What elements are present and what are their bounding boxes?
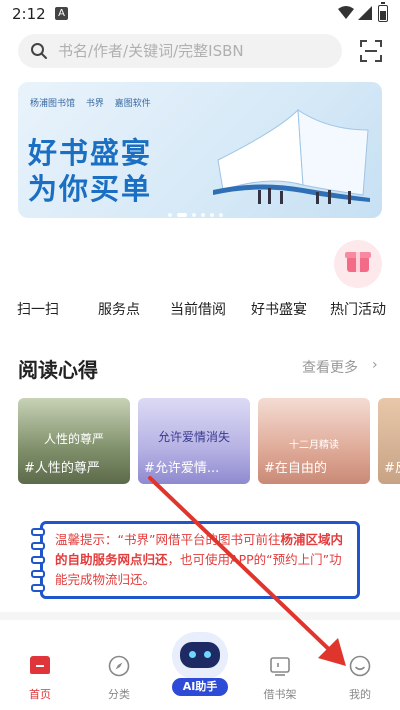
chevron-right-icon[interactable]: › <box>372 357 378 373</box>
open-book-illustration <box>213 108 370 204</box>
see-more-link[interactable]: 查看更多 <box>302 357 358 377</box>
home-icon[interactable] <box>30 656 50 674</box>
card-subtitle: 十二月精读 <box>289 440 339 451</box>
divider <box>0 612 400 620</box>
card-tag: #人性的尊严 <box>24 461 100 476</box>
status-bar: 2:12 A <box>0 0 400 28</box>
signal-icon <box>358 6 372 20</box>
status-time: 2:12 <box>12 5 46 23</box>
tab-bookshelf[interactable]: 借书架 <box>250 686 310 702</box>
battery-icon <box>378 2 388 22</box>
banner-logo-jiatu: 嘉图软件 <box>114 99 151 109</box>
wifi-icon <box>338 6 354 19</box>
notice-text: 温馨提示：“书界”网借平台的图书可前往杨浦区域内的自助服务网点归还，也可使用AP… <box>55 530 351 590</box>
reading-card[interactable]: 允许爱情消失 #允许爱情... <box>138 398 250 484</box>
banner-logos: 杨浦图书馆 书界 嘉图软件 <box>30 96 159 109</box>
banner-logo-shujie: 书界 <box>85 99 104 109</box>
banner-headline-2: 为你买单 <box>28 172 153 206</box>
reading-card[interactable]: #反 <box>378 398 400 484</box>
notification-icon: A <box>55 7 68 20</box>
quick-action-hot-events[interactable]: 热门活动 <box>323 299 393 319</box>
bookshelf-icon[interactable] <box>269 655 291 677</box>
quick-action-service-points[interactable]: 服务点 <box>84 299 154 319</box>
notice-part-1: 温馨提示：“书界”网借平台的图书可前往 <box>55 532 281 547</box>
card-tag: #反 <box>384 461 400 476</box>
tab-category[interactable]: 分类 <box>89 686 149 702</box>
tab-ai-assistant[interactable]: AI助手 <box>172 678 228 696</box>
tab-mine[interactable]: 我的 <box>330 686 390 702</box>
ai-robot-icon[interactable] <box>172 632 228 680</box>
tab-home[interactable]: 首页 <box>10 686 70 702</box>
search-icon <box>31 43 47 59</box>
gift-icon[interactable] <box>334 240 382 288</box>
scan-icon[interactable] <box>360 40 382 62</box>
quick-action-scan[interactable]: 扫一扫 <box>3 299 73 319</box>
promo-banner[interactable]: 杨浦图书馆 书界 嘉图软件 好书盛宴 为你买单 <box>18 82 382 218</box>
search-input[interactable] <box>58 34 328 68</box>
quick-action-current-borrowing[interactable]: 当前借阅 <box>163 299 233 319</box>
banner-logo-library: 杨浦图书馆 <box>30 99 76 109</box>
quick-action-book-feast[interactable]: 好书盛宴 <box>244 299 314 319</box>
banner-pagination <box>168 202 228 218</box>
notebook-rings <box>31 528 45 598</box>
reading-card[interactable]: 人性的尊严 #人性的尊严 <box>18 398 130 484</box>
card-tag: #在自由的 <box>264 461 327 476</box>
compass-icon[interactable] <box>108 655 130 677</box>
card-title: 允许爱情消失 <box>157 430 230 444</box>
card-title: 人性的尊严 <box>43 432 104 446</box>
notice-box: 温馨提示：“书界”网借平台的图书可前往杨浦区域内的自助服务网点归还，也可使用AP… <box>31 521 360 599</box>
section-title: 阅读心得 <box>18 358 98 382</box>
card-tag: #允许爱情... <box>144 461 220 476</box>
profile-icon[interactable] <box>349 655 371 677</box>
reading-card[interactable]: 十二月精读 #在自由的 <box>258 398 370 484</box>
search-bar[interactable] <box>18 34 342 68</box>
